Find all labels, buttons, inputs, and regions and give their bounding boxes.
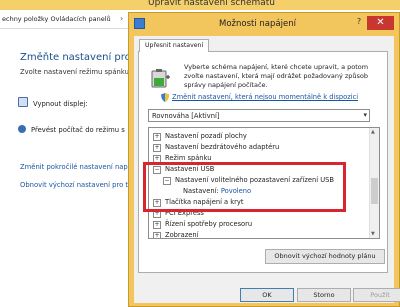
sleep-row: Převést počítač do režimu s — [18, 125, 125, 134]
apply-button[interactable]: Použít — [353, 288, 400, 302]
tree-item-label: Nastavení bezdrátového adaptéru — [165, 143, 280, 151]
sleep-label: Převést počítač do režimu s — [31, 126, 125, 134]
tree-item-label: Řízení spotřeby procesoru — [165, 220, 253, 228]
shield-icon — [161, 93, 169, 102]
expand-icon[interactable]: + — [153, 232, 161, 238]
expand-icon[interactable]: + — [153, 144, 161, 152]
help-icon[interactable]: ? — [353, 17, 365, 29]
power-plan-value: Rovnováha [Aktivní] — [152, 112, 220, 120]
expand-icon[interactable]: + — [153, 221, 161, 229]
tree-item-label: Zobrazení — [165, 231, 199, 239]
background-window-title: Upravit nastavení schématu — [148, 0, 276, 8]
tree-item-label: Režim spánku — [165, 154, 212, 162]
expand-icon[interactable]: + — [153, 133, 161, 141]
page-subtitle: Zvolte nastavení režimu spánku — [20, 68, 129, 76]
power-plan-select[interactable]: Rovnováha [Aktivní] ▾ — [148, 109, 370, 122]
highlight-annotation-box — [143, 162, 346, 212]
tree-scrollbar[interactable]: ▲ ▼ — [369, 128, 379, 238]
address-path: echny položky Ovládacích panelů — [2, 15, 111, 23]
cancel-button[interactable]: Storno — [297, 288, 351, 302]
close-button[interactable]: ✕ — [367, 16, 394, 30]
tab-advanced-settings[interactable]: Upřesnit nastavení — [139, 39, 210, 52]
monitor-icon — [18, 97, 28, 107]
power-options-dialog: Možnosti napájení ? ✕ Upřesnit nastavení… — [128, 12, 400, 307]
chevron-down-icon[interactable]: ▾ — [363, 111, 367, 119]
dialog-description: Vyberte schéma napájení, které chcete up… — [184, 63, 369, 89]
tree-item[interactable]: + Zobrazení — [153, 230, 199, 239]
turn-off-display-row: Vypnout displej: — [18, 97, 88, 108]
change-unavailable-settings-link[interactable]: Změnit nastavení, která nejsou momentáln… — [172, 93, 358, 101]
scroll-down-icon[interactable]: ▼ — [371, 231, 375, 237]
chevron-right-icon[interactable]: › — [120, 14, 123, 23]
ok-button[interactable]: OK — [240, 288, 294, 302]
background-titlebar: Upravit nastavení schématu — [0, 0, 400, 10]
advanced-settings-link[interactable]: Změnit pokročilé nastavení napájení — [20, 163, 144, 171]
restore-plan-defaults-button[interactable]: Obnovit výchozí hodnoty plánu — [265, 249, 385, 264]
battery-plug-icon — [151, 69, 170, 88]
dialog-title: Možnosti napájení — [219, 19, 296, 29]
power-options-icon — [134, 18, 145, 29]
scrollbar-thumb[interactable] — [371, 178, 378, 204]
restore-defaults-link[interactable]: Obnovit výchozí nastavení pro t — [20, 181, 128, 189]
turn-off-display-label: Vypnout displej: — [33, 100, 88, 108]
scroll-up-icon[interactable]: ▲ — [371, 129, 375, 135]
page-heading: Změňte nastavení pro sc — [20, 52, 145, 63]
dialog-titlebar[interactable]: Možnosti napájení ? ✕ — [129, 13, 399, 35]
address-bar[interactable]: echny položky Ovládacích panelů › — [0, 11, 132, 29]
moon-icon — [18, 125, 26, 133]
tree-item[interactable]: + Řízení spotřeby procesoru — [153, 219, 252, 230]
tree-item[interactable]: + Nastavení pozadí plochy — [153, 131, 247, 142]
tree-item-label: Nastavení pozadí plochy — [165, 132, 247, 140]
tree-item[interactable]: + Nastavení bezdrátového adaptéru — [153, 142, 279, 153]
